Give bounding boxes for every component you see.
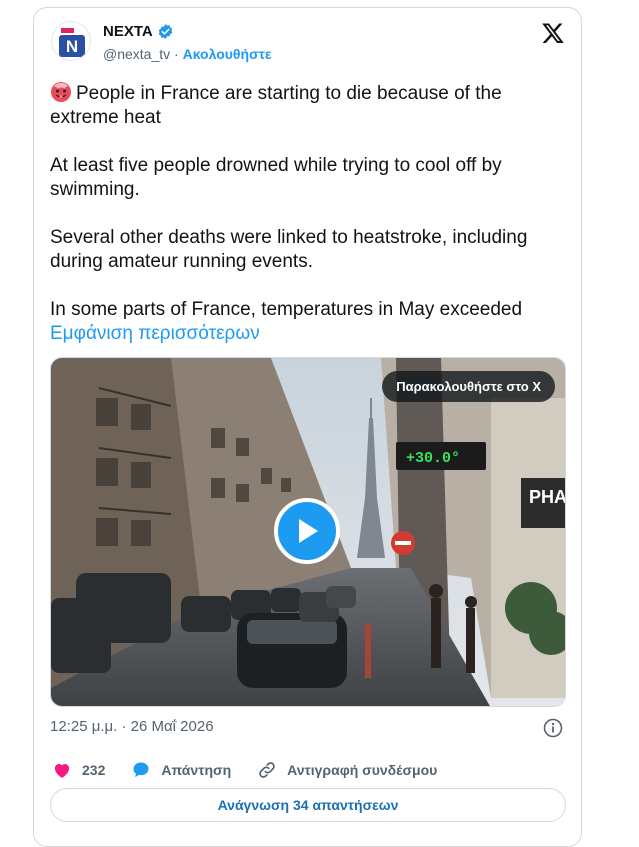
author-name-row: NEXTA [103,23,174,40]
reply-label: Απάντηση [161,762,232,778]
author-handle-row: @nexta_tv · Ακολουθήστε [103,46,272,62]
thermometer-display: +30.0° [406,450,460,467]
read-replies-button[interactable]: Ανάγνωση 34 απαντήσεων [50,788,566,822]
author-handle[interactable]: @nexta_tv [103,46,170,62]
reply-bubble-icon [133,762,149,778]
avatar[interactable]: N [51,21,91,61]
video-player[interactable]: PHA +30.0° Παρακολουθήστε στο X [50,357,566,707]
avatar-letter: N [66,37,78,56]
play-button[interactable] [274,498,340,564]
verified-badge-icon [158,24,172,39]
follow-button[interactable]: Ακολουθήστε [183,46,272,62]
tweet-text: People in France are starting to die bec… [50,81,565,346]
tweet-paragraph-2: At least five people drowned while tryin… [50,155,502,200]
heart-icon [54,764,70,778]
tweet-paragraph-1: People in France are starting to die bec… [50,83,502,128]
tweet-paragraph-3: Several other deaths were linked to heat… [50,227,528,272]
show-more-link[interactable]: Εμφάνιση περισσότερων [50,323,260,344]
tweet-timestamp[interactable]: 12:25 μ.μ. · 26 Μαΐ 2026 [50,718,214,735]
tweet-card: N NEXTA @nexta_tv · Ακολουθήστε People i… [33,7,582,847]
author-name[interactable]: NEXTA [103,23,153,40]
play-icon [299,519,318,543]
watch-on-x-button[interactable]: Παρακολουθήστε στο X [382,371,555,402]
hot-face-emoji-icon [51,82,71,102]
handle-separator: · [174,46,179,62]
reply-button[interactable]: Απάντηση [131,760,231,780]
tweet-paragraph: People in France are starting to die bec… [50,81,565,130]
like-count: 232 [82,762,106,778]
like-button[interactable]: 232 [52,760,105,780]
link-icon [259,762,275,778]
tweet-paragraph-4: In some parts of France, temperatures in… [50,298,565,346]
shop-sign: PHA [529,487,566,507]
copy-link-label: Αντιγραφή συνδέσμου [287,762,438,778]
tweet-paragraph-4-text: In some parts of France, temperatures in… [50,299,523,320]
info-icon[interactable] [543,718,563,738]
x-logo-icon[interactable] [541,21,565,45]
tweet-actions: 232 Απάντηση Αντιγραφή συνδέσμου [52,760,463,780]
copy-link-button[interactable]: Αντιγραφή συνδέσμου [257,760,437,780]
